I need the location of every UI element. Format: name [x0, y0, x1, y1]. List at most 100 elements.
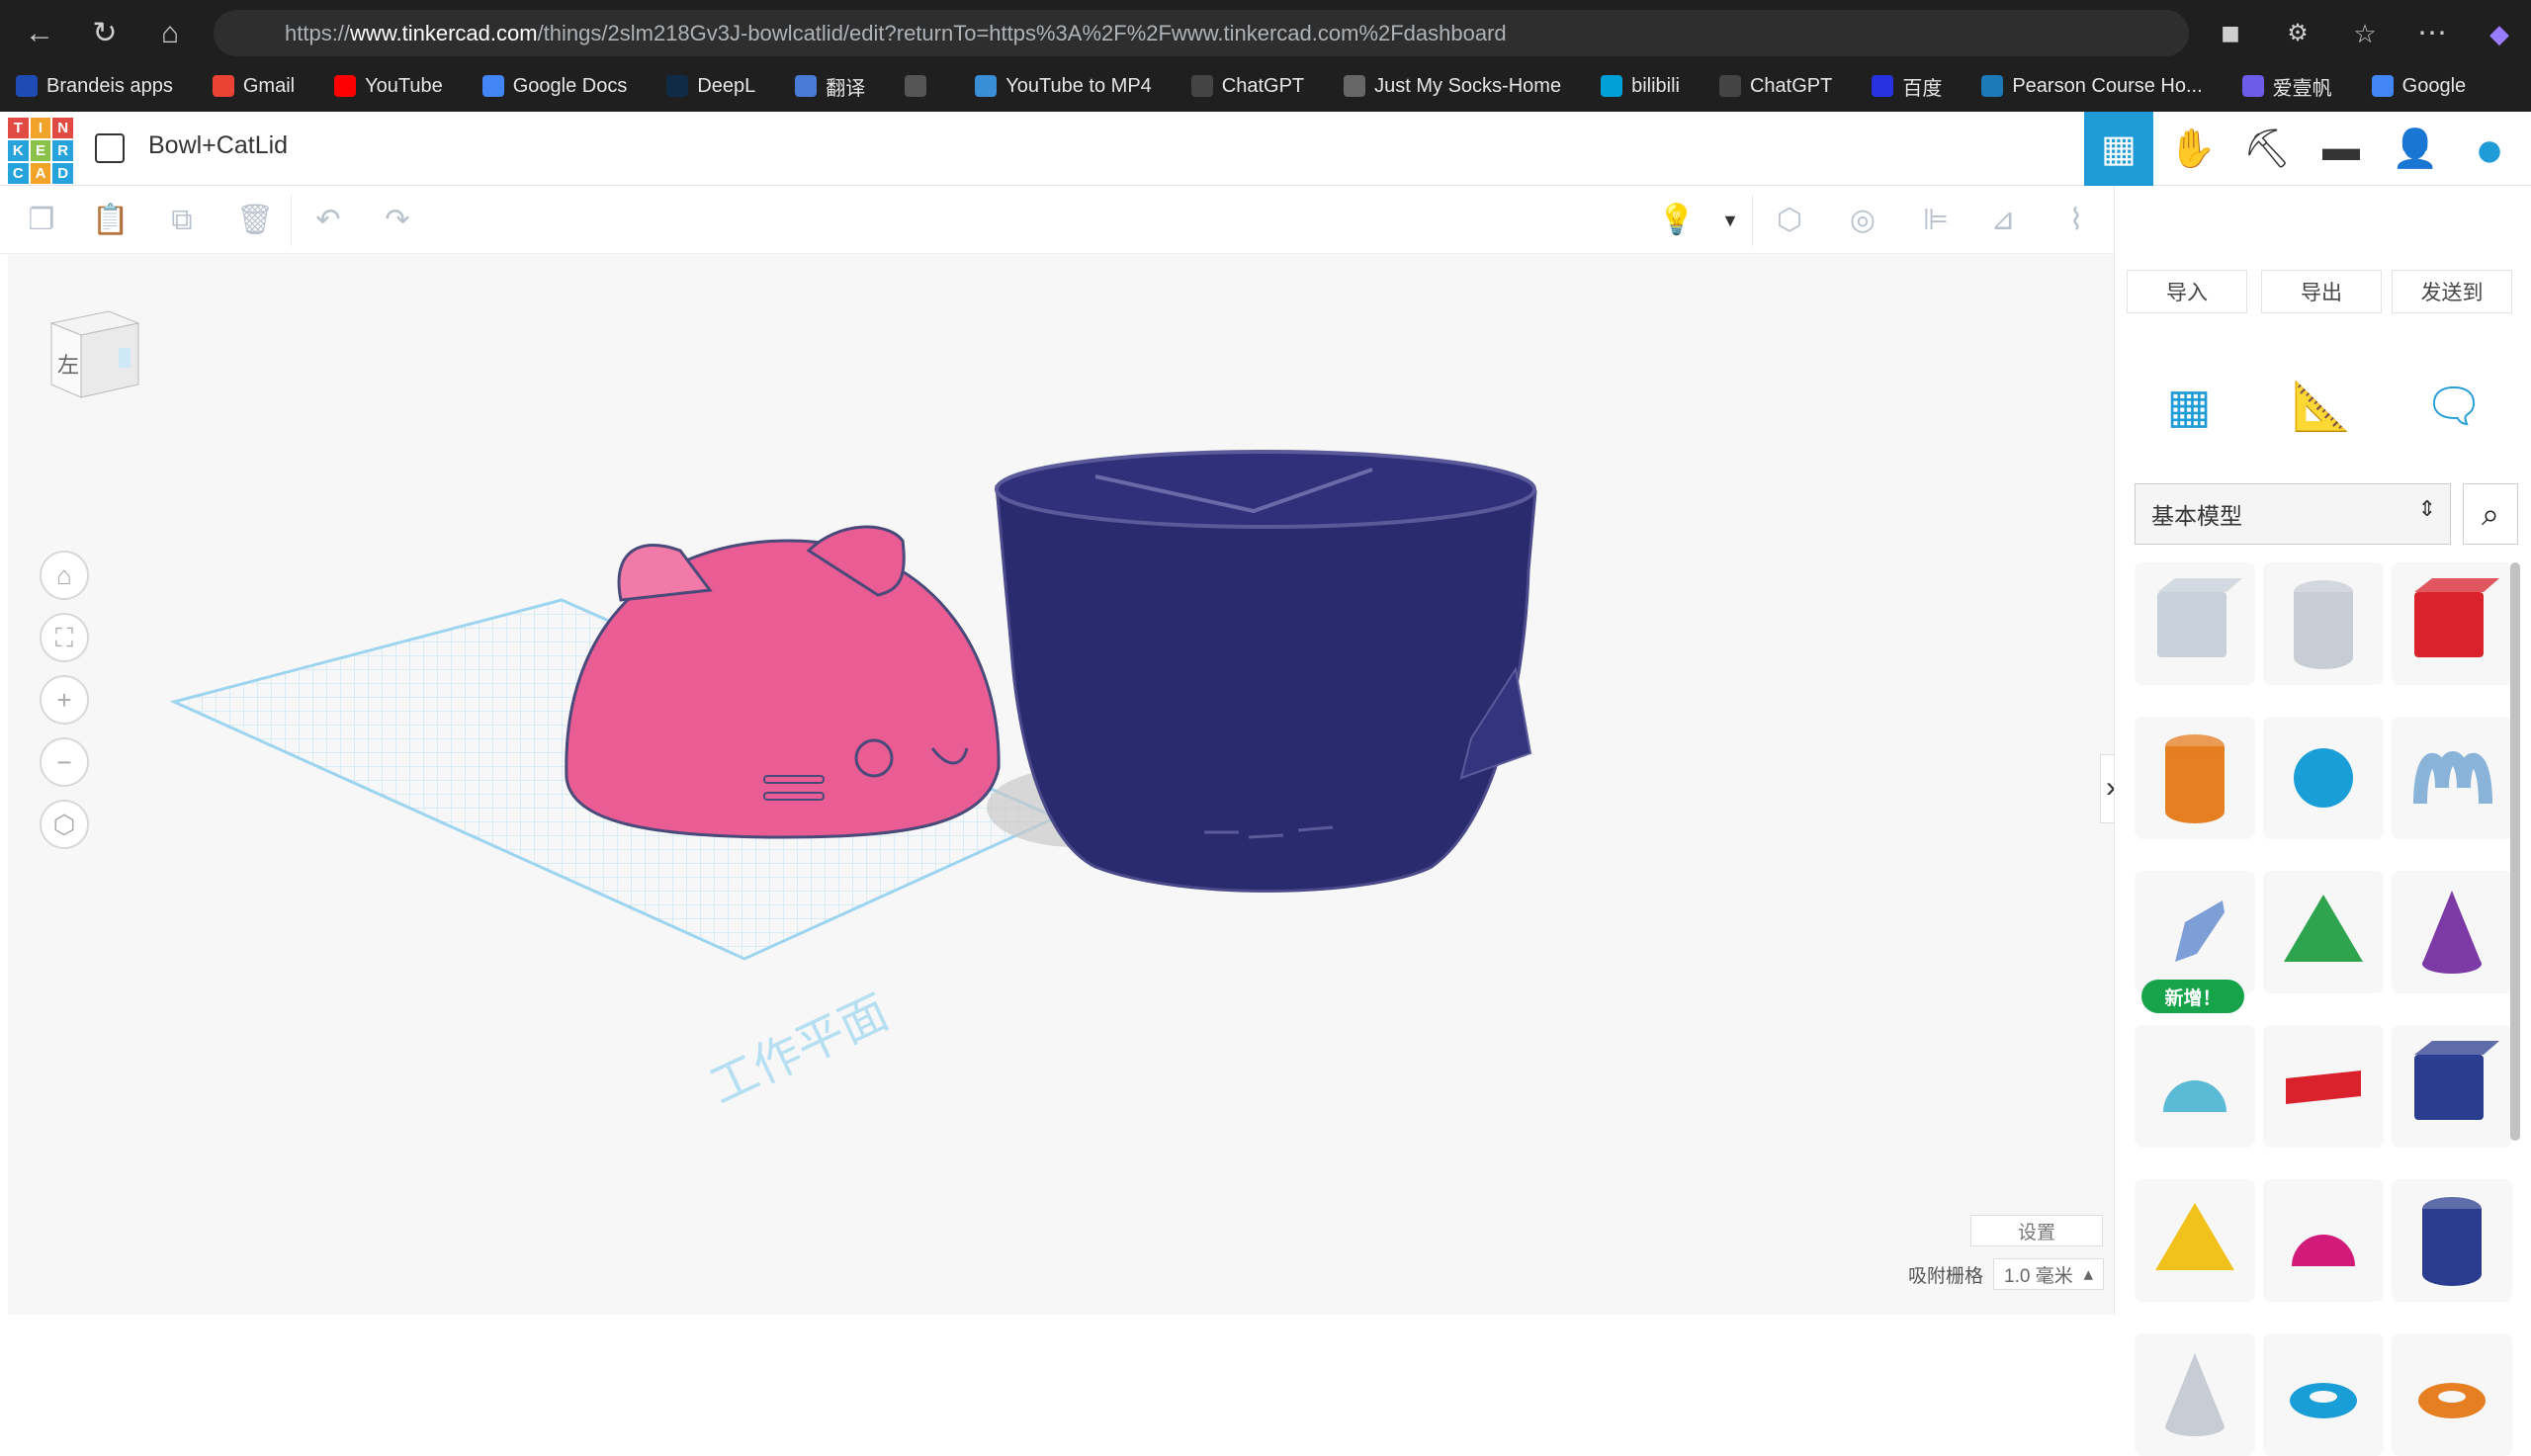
mirror-icon[interactable]: ⊿ [1983, 201, 2023, 240]
snap-grid-label: 吸附栅格 [1908, 1265, 1984, 1287]
ruler-icon[interactable]: 📐 [2289, 375, 2354, 440]
bookmark-icon [1872, 75, 1894, 97]
box-shape[interactable] [2135, 562, 2255, 685]
export-button[interactable]: 导出 [2261, 270, 2382, 313]
bookmark-icon [2371, 75, 2394, 97]
half-sphere-shape[interactable] [2263, 1179, 2384, 1302]
bookmark-item[interactable]: 百度 [1872, 72, 1942, 101]
reload-icon[interactable]: ↻ [85, 14, 125, 53]
scene-3d[interactable]: 工作平面 [8, 254, 2114, 1315]
workplane-canvas[interactable]: 工作平面 左 ⌂ ⛶ + − ⬡ 设置 吸附栅格 1.0 毫米 ▴ › [8, 254, 2122, 1315]
bookmark-item[interactable]: 翻译 [795, 72, 865, 101]
scribble-shape[interactable] [2392, 717, 2512, 839]
delete-icon[interactable]: 🗑 [235, 201, 275, 240]
bookmark-item[interactable]: Pearson Course Ho... [1981, 75, 2203, 98]
view-cube[interactable]: 左 [40, 294, 148, 402]
zoom-in-icon[interactable]: + [40, 675, 89, 725]
tinkercad-app: TIN KER CAD Bowl+CatLid ▦ ✋ ⛏ ▬ 👤 ● ❐ 📋 ⧉ … [0, 112, 2531, 1456]
shape-category-value: 基本模型 [2151, 503, 2242, 529]
notes-icon[interactable]: 🗨 [2421, 375, 2487, 440]
pyramid-shape[interactable] [2135, 1179, 2255, 1302]
fit-view-icon[interactable]: ⛶ [40, 613, 89, 662]
pocket-icon[interactable]: ◼ [2211, 14, 2250, 53]
workplane-grid-icon[interactable]: ▦ [2156, 375, 2222, 440]
align-icon[interactable]: ⊫ [1916, 201, 1956, 240]
favorites-icon[interactable]: ☆ [2345, 14, 2385, 53]
cone-shape[interactable] [2392, 871, 2512, 993]
light-icon[interactable]: 💡 [1657, 201, 1697, 240]
bookmark-item[interactable]: Google [2371, 75, 2466, 98]
sphere-shape[interactable] [2263, 717, 2384, 839]
cylinder-orange-shape[interactable] [2135, 717, 2255, 839]
more-icon[interactable]: ⋯ [2412, 14, 2452, 53]
bookmark-item[interactable]: bilibili [1601, 75, 1680, 98]
shapes-panel: 导入 导出 发送到 ▦ 📐 🗨 基本模型 ⇕ ⌕ 新增！ [2114, 187, 2531, 1456]
import-button[interactable]: 导入 [2127, 270, 2247, 313]
undo-icon[interactable]: ↶ [308, 201, 348, 240]
extensions-icon[interactable]: ⚙ [2278, 14, 2317, 53]
settings-button[interactable]: 设置 [1970, 1215, 2103, 1246]
bookmark-item[interactable]: Gmail [212, 74, 296, 98]
grid-view-icon[interactable]: ▦ [2084, 112, 2153, 186]
bookmark-item[interactable]: YouTube [334, 75, 443, 98]
view-cube-label: 左 [57, 353, 80, 378]
bookmark-item[interactable]: ChatGPT [1190, 75, 1304, 98]
blocks-icon[interactable]: ✋ [2158, 112, 2227, 186]
bookmark-item[interactable] [905, 75, 935, 97]
bricks-icon[interactable]: ⛏ [2232, 112, 2302, 186]
home-view-icon[interactable]: ⌂ [40, 551, 89, 600]
add-user-icon[interactable]: 👤 [2381, 112, 2450, 186]
text-shape[interactable] [2263, 1025, 2384, 1148]
polygon-shape[interactable] [2392, 1179, 2512, 1302]
search-icon[interactable]: ⌕ [2463, 483, 2518, 545]
shape-category-select[interactable]: 基本模型 ⇕ [2135, 483, 2451, 545]
cylinder-shape[interactable] [2263, 562, 2384, 685]
send-to-button[interactable]: 发送到 [2392, 270, 2512, 313]
group-icon[interactable]: ⬡ [1770, 201, 1809, 240]
logo-letter: R [52, 140, 73, 161]
avatar[interactable]: ● [2455, 112, 2524, 186]
bookmark-item[interactable]: Brandeis apps [16, 75, 173, 98]
logo-letter: T [8, 118, 29, 138]
roof-shape[interactable] [2263, 871, 2384, 993]
bookmark-item[interactable]: Google Docs [481, 75, 627, 98]
copilot-icon[interactable]: ◆ [2480, 14, 2519, 53]
lego-icon[interactable]: ▬ [2307, 112, 2376, 186]
redo-icon[interactable]: ↷ [378, 201, 417, 240]
bookmark-item[interactable]: ChatGPT [1718, 75, 1832, 98]
bookmark-item[interactable]: Just My Socks-Home [1344, 75, 1561, 98]
round-roof-shape[interactable] [2135, 1025, 2255, 1148]
tinkercad-logo[interactable]: TIN KER CAD [8, 118, 73, 184]
bookmark-label: Just My Socks-Home [1374, 74, 1562, 97]
panel-scrollbar[interactable] [2510, 562, 2520, 1141]
home-icon[interactable]: ⌂ [150, 14, 190, 53]
duplicate-icon[interactable]: ⧉ [162, 201, 202, 240]
bookmark-icon [1190, 75, 1213, 97]
chevron-down-icon[interactable]: ▼ [1710, 201, 1750, 240]
bookmark-label: Gmail [242, 74, 296, 97]
wedge-shape[interactable] [2392, 1025, 2512, 1148]
design-menu-icon[interactable] [95, 133, 125, 163]
paraboloid-shape[interactable] [2135, 1333, 2255, 1456]
cat-lid-shape[interactable] [565, 525, 1001, 839]
cruise-icon[interactable]: ⌇ [2056, 201, 2096, 240]
snap-grid-select[interactable]: 1.0 毫米 ▴ [1993, 1258, 2105, 1290]
torus-shape[interactable] [2263, 1333, 2384, 1456]
bookmark-item[interactable]: 爱壹帆 [2241, 72, 2332, 101]
bookmark-item[interactable]: YouTube to MP4 [975, 75, 1152, 98]
back-icon[interactable]: ← [20, 14, 59, 53]
ungroup-icon[interactable]: ◎ [1843, 201, 1882, 240]
design-title[interactable]: Bowl+CatLid [148, 131, 288, 160]
sketch-shape[interactable] [2135, 871, 2255, 993]
address-bar[interactable]: https://www.tinkercad.com/things/2slm218… [214, 10, 2189, 56]
logo-letter: N [52, 118, 73, 138]
paste-icon[interactable]: 📋 [91, 201, 131, 240]
tube-shape[interactable] [2392, 1333, 2512, 1456]
copy-icon[interactable]: ❐ [22, 201, 61, 240]
bookmark-label: DeepL [697, 74, 756, 97]
ortho-view-icon[interactable]: ⬡ [40, 800, 89, 849]
bookmark-item[interactable]: DeepL [666, 75, 755, 98]
box-red-shape[interactable] [2392, 562, 2512, 685]
zoom-out-icon[interactable]: − [40, 737, 89, 787]
bowl-shape[interactable] [995, 450, 1537, 893]
